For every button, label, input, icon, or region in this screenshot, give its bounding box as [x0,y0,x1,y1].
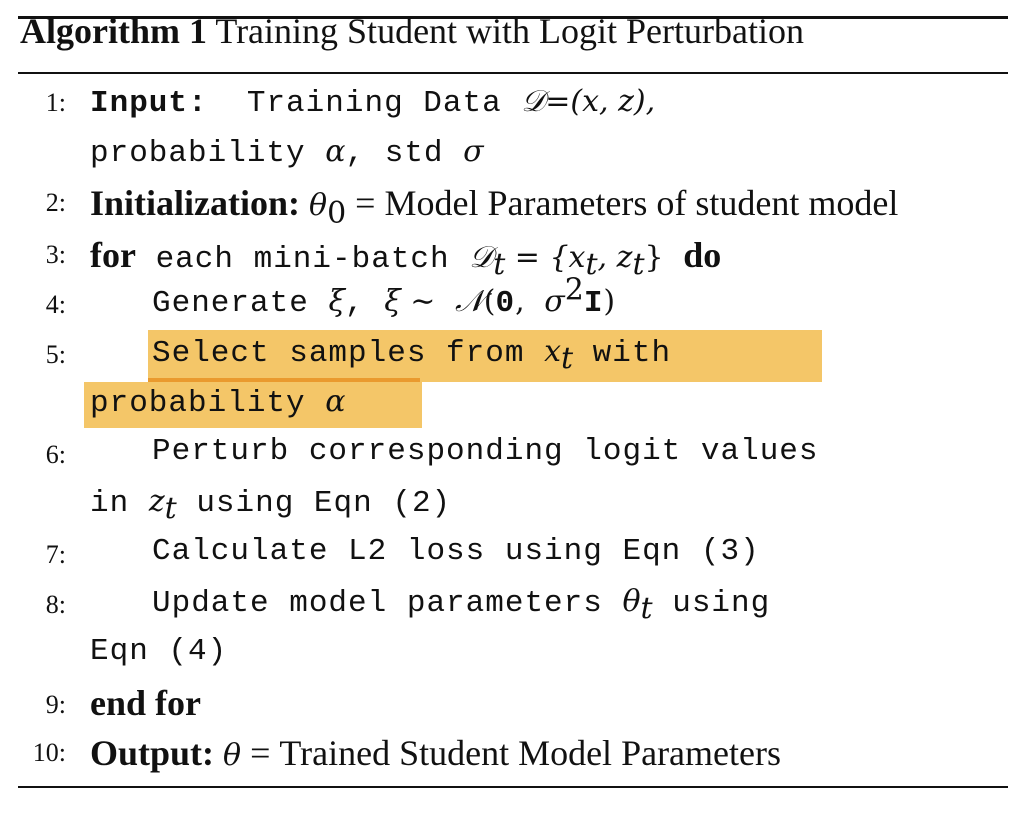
line-number: 4: [45,290,66,319]
algorithm-title: Algorithm 1 Training Student with Logit … [20,10,804,52]
line-4: Generate ξ, ξ ∼ 𝒩(0, σ2I) [152,275,616,321]
math-comma: , [515,284,525,319]
output-keyword: Output: [90,733,215,773]
math-sub: t [632,247,645,283]
math-sub: t [164,491,177,527]
line-text: with [592,336,672,371]
line-5-cont: probability α [90,384,346,421]
math-sub: t [493,247,506,283]
line-text: Training Data [246,86,502,121]
line-text: Perturb corresponding logit values [152,434,819,469]
line-text: Update model parameters [152,586,603,621]
math-xi-dist: ξ ∼ [384,284,436,319]
line-text: = Model Parameters of student model [355,183,899,223]
line-5: Select samples from xt with [152,334,672,374]
line-number: 5: [45,340,66,369]
line-1-cont: probability α, std σ [90,134,484,171]
math-z: z [148,484,165,519]
math-theta: θ [622,584,641,619]
line-text: , std [345,136,444,171]
math-sup: 2 [564,272,584,308]
math-D: 𝒟 [469,240,494,275]
input-keyword: Input: [90,86,208,121]
math-sub: t [561,341,574,377]
math-x: x [544,334,561,369]
line-text: Calculate L2 loss using Eqn (3) [152,534,760,569]
line-text: in [90,486,130,521]
initialization-keyword: Initialization: [90,183,301,223]
line-9: end for [90,682,201,725]
math-paren: ( [483,284,496,319]
math-alpha: α [325,384,346,419]
math-sub: t [585,247,598,283]
math-expr: 𝒟=(x, z), [521,84,656,119]
line-text: Generate [152,286,309,321]
line-number: 6: [45,440,66,469]
math-normal: 𝒩 [455,284,484,319]
line-text: Select samples from [152,336,525,371]
line-6-cont: in zt using Eqn (2) [90,484,452,524]
math-identity: I [583,286,604,321]
math-set: , z [597,240,633,275]
line-text: probability [90,386,306,421]
math-alpha: α [325,134,346,169]
math-paren: ) [603,284,616,319]
math-xi: ξ [328,284,345,319]
line-number: 2: [45,188,66,217]
line-number: 8: [45,590,66,619]
line-text: Eqn (4) [90,634,228,669]
for-keyword: for [90,235,136,275]
line-text: each mini-batch [155,242,450,277]
math-zero: 0 [495,286,516,321]
line-3: for each mini-batch 𝒟t = {xt, zt} do [90,234,722,280]
line-number: 1: [45,88,66,117]
do-keyword: do [683,235,722,275]
end-for-keyword: end for [90,683,201,723]
line-10: Output: θ = Trained Student Model Parame… [90,732,781,774]
algorithm-label: Algorithm 1 [20,11,207,51]
math-sigma: σ [463,134,484,169]
line-text: using Eqn (2) [196,486,452,521]
math-sigma: σ [544,284,565,319]
math-sub: 0 [327,196,347,232]
line-number: 10: [32,738,66,767]
line-number: 3: [45,240,66,269]
math-set: } [644,240,664,275]
line-text: , [344,286,365,321]
math-theta: θ [223,738,242,773]
line-2: Initialization: θ0 = Model Parameters of… [90,182,899,229]
math-sub: t [640,591,653,627]
line-7: Calculate L2 loss using Eqn (3) [152,534,760,569]
title-rule [18,72,1008,74]
math-theta: θ [309,188,328,223]
math-set: {x [549,240,586,275]
line-text: using [672,586,771,621]
line-8: Update model parameters θt using [152,584,771,624]
line-number: 7: [45,540,66,569]
bottom-rule [18,786,1008,788]
line-8-cont: Eqn (4) [90,634,227,669]
line-1: Input: Training Data 𝒟=(x, z), [90,84,655,121]
line-6: Perturb corresponding logit values [152,434,819,469]
math-eq: = [505,240,550,275]
algorithm-caption: Training Student with Logit Perturbation [215,11,804,51]
line-text: probability [90,136,306,171]
line-number: 9: [45,690,66,719]
line-text: = Trained Student Model Parameters [250,733,781,773]
